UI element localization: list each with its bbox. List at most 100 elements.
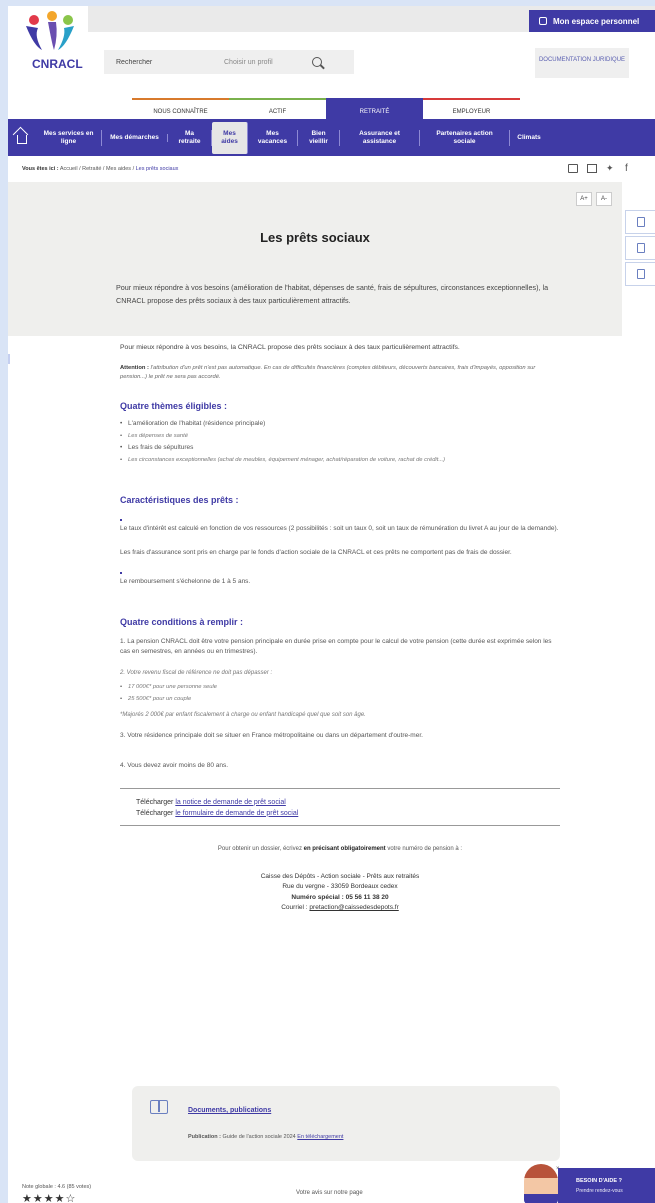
caracteristique-text: Le taux d'intérêt est calculé en fonctio… xyxy=(120,524,559,532)
caracteristique-text: Le remboursement s'échelonne de 1 à 5 an… xyxy=(120,577,251,585)
tab-retraite[interactable]: RETRAITÉ xyxy=(326,98,423,119)
caracteristique-item: Le remboursement s'échelonne de 1 à 5 an… xyxy=(120,571,560,587)
nav-mes-services[interactable]: Mes services en ligne xyxy=(36,129,102,146)
nav-assurance[interactable]: Assurance et assistance xyxy=(340,129,420,146)
search-input[interactable] xyxy=(104,58,224,66)
documents-box: Documents, publications Publication : Gu… xyxy=(132,1086,560,1161)
help-button[interactable]: BESOIN D'AIDE ? Prendre rendez-vous xyxy=(558,1168,655,1203)
user-icon xyxy=(539,17,547,25)
downloads: Télécharger la notice de demande de prêt… xyxy=(120,787,560,826)
chat-icon xyxy=(636,217,645,227)
home-link[interactable] xyxy=(8,131,36,144)
email-label: Courriel : xyxy=(281,904,308,911)
share-tools: ✦ f xyxy=(568,164,635,174)
logo-icon: CNRACL xyxy=(26,11,83,71)
twitter-icon[interactable]: ✦ xyxy=(606,164,616,173)
nav-partenaires[interactable]: Partenaires action sociale xyxy=(420,129,510,146)
caracteristique-item: Le taux d'intérêt est calculé en fonctio… xyxy=(120,518,560,534)
list-item: Les dépenses de santé xyxy=(120,431,560,441)
email-line: Courriel : pretaction@caissedesdepots.fr xyxy=(120,903,560,914)
font-size-controls: A+ A- xyxy=(576,192,612,206)
postal-address: Caisse des Dépôts - Action sociale - Prê… xyxy=(120,872,560,914)
side-tool-calendar[interactable] xyxy=(625,262,655,286)
condition-2-list: 17 000€* pour une personne seule 25 500€… xyxy=(120,682,560,704)
print-icon[interactable] xyxy=(568,164,578,173)
themes-list: L'amélioration de l'habitat (résidence p… xyxy=(120,419,560,465)
conditions-heading: Quatre conditions à remplir : xyxy=(120,616,244,627)
list-item: Les circonstances exceptionnelles (achat… xyxy=(120,455,560,465)
contact-lead: Pour obtenir un dossier, écrivez en préc… xyxy=(120,846,560,852)
page-intro: Pour mieux répondre à vos besoins (améli… xyxy=(116,283,549,305)
download-row: Télécharger le formulaire de demande de … xyxy=(136,808,560,819)
documentation-juridique-button[interactable]: DOCUMENTATION JURIDIQUE xyxy=(535,48,629,78)
search-bar: Choisir un profil xyxy=(104,50,354,74)
condition-4: 4. Vous devez avoir moins de 80 ans. xyxy=(120,762,229,769)
page: CNRACL Mon espace personnel Choisir un p… xyxy=(8,6,655,1203)
download-form-link[interactable]: le formulaire de demande de prêt social xyxy=(175,810,298,817)
list-item: 25 500€* pour un couple xyxy=(120,694,560,704)
nav-mes-demarches[interactable]: Mes démarches xyxy=(102,133,168,142)
logo[interactable]: CNRACL xyxy=(8,6,88,96)
phone-number: Numéro spécial : 05 56 11 38 20 xyxy=(291,893,389,901)
documents-title[interactable]: Documents, publications xyxy=(188,1107,271,1114)
document-icon xyxy=(636,243,645,253)
condition-1: 1. La pension CNRACL doit être votre pen… xyxy=(120,637,552,656)
home-icon xyxy=(17,135,27,144)
espace-personnel-button[interactable]: Mon espace personnel xyxy=(529,10,655,32)
nav-ma-retraite[interactable]: Ma retraite xyxy=(168,129,212,146)
calendar-icon xyxy=(636,269,645,279)
attention-note: Attention : l'attribution d'un prêt n'es… xyxy=(120,364,560,383)
side-tool-contact[interactable] xyxy=(625,210,655,234)
feedback-link[interactable]: Votre avis sur notre page xyxy=(296,1190,363,1196)
intro-paragraph: Pour mieux répondre à vos besoins, la CN… xyxy=(120,344,460,351)
themes-heading: Quatre thèmes éligibles : xyxy=(120,400,228,411)
documents-line: Publication : Guide de l'action sociale … xyxy=(188,1134,343,1140)
caracteristiques-heading: Caractéristiques des prêts : xyxy=(120,494,239,505)
documents-download-link[interactable]: En téléchargement xyxy=(297,1134,343,1140)
font-decrease-button[interactable]: A- xyxy=(596,192,612,206)
tab-nous-connaitre[interactable]: NOUS CONNAÎTRE xyxy=(132,98,229,119)
documents-line-label: Publication : xyxy=(188,1134,221,1140)
nav-mes-vacances[interactable]: Mes vacances xyxy=(248,129,298,146)
caracteristique-text: Les frais d'assurance sont pris en charg… xyxy=(120,548,512,556)
download-prefix: Télécharger xyxy=(136,798,174,806)
download-prefix: Télécharger xyxy=(136,809,174,817)
condition-2-note: *Majorés 2 000€ par enfant fiscalement à… xyxy=(120,712,366,718)
profile-select[interactable]: Choisir un profil xyxy=(224,59,304,66)
email-link[interactable]: pretaction@caissedesdepots.fr xyxy=(309,904,398,911)
bullet-marker xyxy=(120,571,122,574)
condition-3: 3. Votre résidence principale doit se si… xyxy=(120,731,423,739)
side-toolbar xyxy=(625,210,655,286)
breadcrumb-path[interactable]: Accueil / Retraité / Mes aides / xyxy=(60,166,134,172)
mail-icon[interactable] xyxy=(587,164,597,173)
assistant-avatar xyxy=(524,1164,558,1203)
nav-bien-vieillir[interactable]: Bien vieillir xyxy=(298,129,340,146)
download-row: Télécharger la notice de demande de prêt… xyxy=(136,797,560,808)
breadcrumb-prefix: Vous êtes ici : xyxy=(22,166,59,172)
list-item: 17 000€* pour une personne seule xyxy=(120,682,560,692)
address-line: Caisse des Dépôts - Action sociale - Prê… xyxy=(260,872,420,880)
contact-lead-c: votre numéro de pension à : xyxy=(387,845,463,852)
help-subtitle: Prendre rendez-vous xyxy=(576,1188,623,1194)
tab-employeur[interactable]: EMPLOYEUR xyxy=(423,98,520,119)
download-notice-link[interactable]: la notice de demande de prêt social xyxy=(175,799,286,806)
nav-climats[interactable]: Climats xyxy=(510,134,548,142)
facebook-icon[interactable]: f xyxy=(625,164,635,174)
help-title: BESOIN D'AIDE ? xyxy=(576,1178,622,1184)
audience-tabs: NOUS CONNAÎTRE ACTIF RETRAITÉ EMPLOYEUR xyxy=(132,98,520,119)
attention-text: l'attribution d'un prêt n'est pas automa… xyxy=(120,364,536,381)
search-icon[interactable] xyxy=(312,57,322,67)
documents-line-text: Guide de l'action sociale 2024 xyxy=(222,1134,296,1140)
nav-mes-aides[interactable]: Mes aides xyxy=(212,121,248,154)
font-increase-button[interactable]: A+ xyxy=(576,192,592,206)
main-content: Pour mieux répondre à vos besoins, la CN… xyxy=(120,342,560,914)
rating-stars[interactable]: ★★★★☆ xyxy=(22,1192,76,1203)
list-item: L'amélioration de l'habitat (résidence p… xyxy=(120,419,560,429)
side-tool-docs[interactable] xyxy=(625,236,655,260)
main-nav: Mes services en ligne Mes démarches Ma r… xyxy=(8,119,655,156)
condition-2: 2. Votre revenu fiscal de référence ne d… xyxy=(120,669,273,676)
page-title: Les prêts sociaux xyxy=(260,230,370,245)
espace-label: Mon espace personnel xyxy=(553,16,640,26)
tab-actif[interactable]: ACTIF xyxy=(229,98,326,119)
attention-label: Attention : xyxy=(120,364,149,371)
